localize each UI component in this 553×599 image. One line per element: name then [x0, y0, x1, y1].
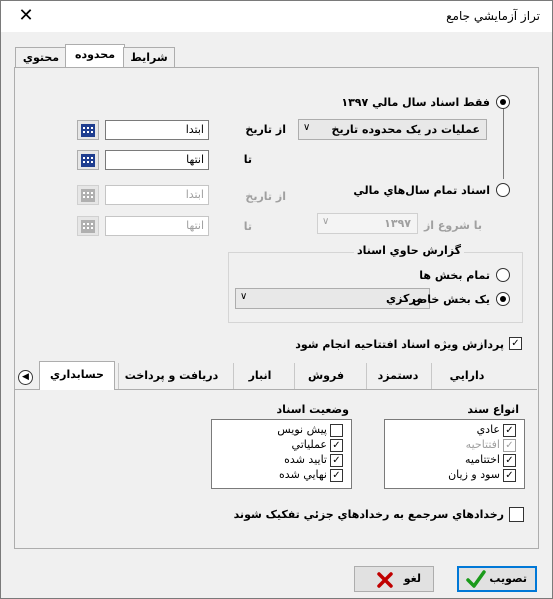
- doc-types-title: انواع سند: [467, 403, 519, 416]
- opening-docs-checkbox[interactable]: ✓: [509, 337, 522, 350]
- calendar-icon: [81, 124, 95, 137]
- doc-type-closing-checkbox[interactable]: ✓: [503, 454, 516, 467]
- from-date-field[interactable]: ابتدا: [105, 120, 209, 140]
- window-title: تراز آزمایشي جامع: [446, 9, 540, 23]
- tab-conditions[interactable]: شرايط: [123, 47, 175, 68]
- from-date-calendar-button[interactable]: [77, 120, 99, 140]
- radio-connector: [503, 109, 504, 179]
- calendar-icon: [81, 154, 95, 167]
- scroll-left-icon[interactable]: ◀: [18, 370, 33, 385]
- chevron-down-icon: ∨: [322, 216, 330, 227]
- from-date2-label: از تاريخ: [245, 190, 286, 203]
- status-draft-checkbox[interactable]: [330, 424, 343, 437]
- doc-types-list: عادي ✓ افتتاحيه ✓ اختتاميه ✓ سود و زيان …: [384, 419, 525, 489]
- cross-icon: [377, 572, 393, 588]
- status-final-label: نهايي شده: [279, 468, 327, 481]
- to-date2-field[interactable]: انتها: [105, 216, 209, 236]
- start-from-label: با شروع از: [423, 219, 482, 232]
- calendar-icon: [81, 189, 95, 202]
- status-operational-label: عملياتي: [291, 438, 327, 451]
- tab-content[interactable]: محتوي: [15, 47, 67, 68]
- tab-payroll[interactable]: دستمزد: [366, 363, 429, 389]
- status-final-checkbox[interactable]: ✓: [330, 469, 343, 482]
- doc-status-title: وضعيت اسناد: [276, 403, 350, 416]
- current-year-label: فقط اسناد سال مالي ۱۳۹۷: [341, 96, 490, 109]
- all-sections-label: تمام بخش ها: [419, 269, 490, 282]
- to-date2-label: تا: [243, 220, 252, 233]
- doc-type-opening-checkbox[interactable]: ✓: [503, 439, 516, 452]
- split-events-checkbox[interactable]: [509, 507, 524, 522]
- doc-type-closing-label: اختتاميه: [465, 453, 500, 466]
- tab-range[interactable]: محدوده: [65, 44, 125, 69]
- split-events-label: رخدادهاي سرجمع به رخدادهاي جزئي تفکيک شو…: [233, 508, 504, 521]
- doc-type-normal-label: عادي: [476, 423, 500, 436]
- tab-sales[interactable]: فروش: [294, 363, 357, 389]
- section-combo[interactable]: مرکزي ∨: [235, 288, 430, 309]
- doc-type-profit-loss-checkbox[interactable]: ✓: [503, 469, 516, 482]
- specific-section-radio[interactable]: [496, 292, 510, 306]
- start-year-combo[interactable]: ۱۳۹۷ ∨: [317, 213, 418, 234]
- status-draft-label: پيش نويس: [277, 423, 327, 436]
- doc-type-profit-loss-label: سود و زيان: [448, 468, 500, 481]
- to-date-label: تا: [243, 153, 252, 166]
- doc-type-opening-label: افتتاحيه: [465, 438, 500, 451]
- operation-combo[interactable]: عمليات در يک محدوده تاريخ ∨: [298, 119, 487, 140]
- status-approved-checkbox[interactable]: ✓: [330, 454, 343, 467]
- report-group-title: گزارش حاوي اسناد: [353, 244, 464, 257]
- tab-accounting[interactable]: حسابداري: [39, 361, 115, 390]
- to-date-field[interactable]: انتها: [105, 150, 209, 170]
- all-sections-radio[interactable]: [496, 268, 510, 282]
- to-date2-calendar-button[interactable]: [77, 216, 99, 236]
- checkmark-icon: [466, 570, 486, 588]
- all-years-radio[interactable]: [496, 183, 510, 197]
- from-date2-field[interactable]: ابتدا: [105, 185, 209, 205]
- doc-type-normal-checkbox[interactable]: ✓: [503, 424, 516, 437]
- current-year-radio[interactable]: [496, 95, 510, 109]
- to-date-calendar-button[interactable]: [77, 150, 99, 170]
- tab-receive-pay[interactable]: دريافت و پرداخت: [118, 363, 224, 389]
- cancel-button[interactable]: لغو: [354, 566, 434, 592]
- all-years-label: اسناد تمام سال‌هاي مالي: [353, 184, 490, 197]
- chevron-down-icon: ∨: [303, 122, 311, 133]
- chevron-down-icon: ∨: [240, 291, 248, 302]
- specific-section-label: يک بخش خاص: [412, 293, 490, 306]
- tab-warehouse[interactable]: انبار: [233, 363, 286, 389]
- status-operational-checkbox[interactable]: ✓: [330, 439, 343, 452]
- close-icon[interactable]: ✕: [14, 4, 38, 28]
- from-date2-calendar-button[interactable]: [77, 185, 99, 205]
- title-bar: تراز آزمایشي جامع ✕: [1, 1, 552, 32]
- dialog-window: تراز آزمایشي جامع ✕ محتوي محدوده شرايط ف…: [0, 0, 553, 599]
- status-approved-label: تاييد شده: [284, 453, 327, 466]
- opening-docs-label: پردازش ويژه اسناد افتتاحيه انجام شود: [295, 338, 504, 351]
- approve-button[interactable]: تصويب: [457, 566, 537, 592]
- doc-status-list: پيش نويس عملياتي ✓ تاييد شده ✓ نهايي شده…: [211, 419, 352, 489]
- tab-assets[interactable]: دارايي: [431, 363, 502, 389]
- from-date-label: از تاريخ: [245, 123, 286, 136]
- calendar-icon: [81, 220, 95, 233]
